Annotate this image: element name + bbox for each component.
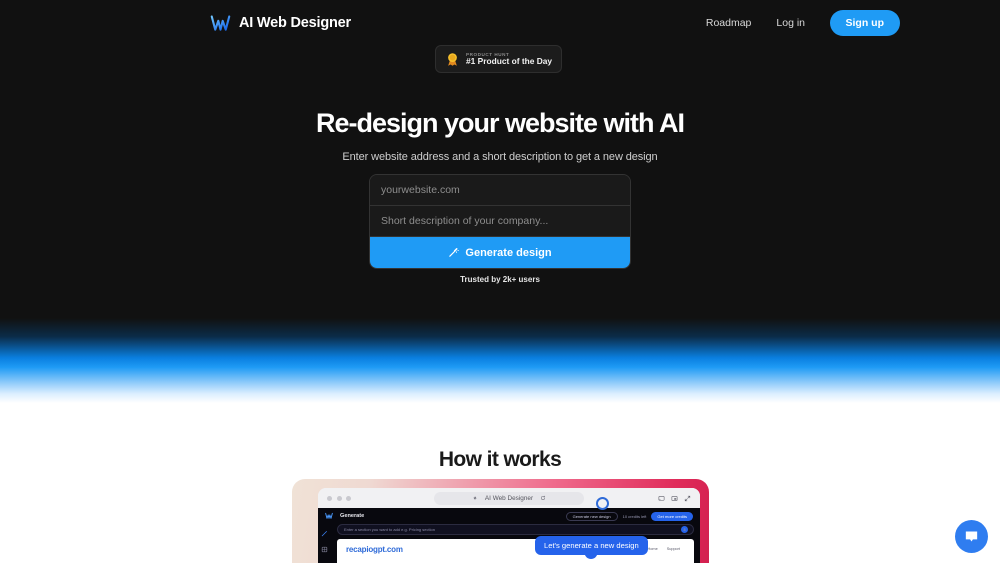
app-title: Generate xyxy=(340,513,365,519)
layers-icon[interactable] xyxy=(321,546,328,553)
chrome-icon-group xyxy=(658,495,691,502)
address-bar-label: AI Web Designer xyxy=(484,494,534,502)
close-icon xyxy=(327,495,332,501)
generate-form: Generate design xyxy=(369,174,631,269)
cursor-highlight-ring xyxy=(596,497,609,510)
brand-logo[interactable]: AI Web Designer xyxy=(210,13,351,34)
signup-button[interactable]: Sign up xyxy=(829,10,900,36)
generate-design-button[interactable]: Generate design xyxy=(370,237,630,268)
trusted-label: Trusted by 2k+ users xyxy=(460,275,540,284)
canvas-nav: Home Support xyxy=(648,547,680,551)
tooltip-bubble: Let's generate a new design xyxy=(535,536,648,555)
canvas-nav-home[interactable]: Home xyxy=(648,547,658,551)
get-more-credits-label: Get more credits xyxy=(657,513,687,519)
maximize-icon xyxy=(346,495,351,501)
website-input[interactable] xyxy=(370,175,630,206)
hero-section: Re-design your website with AI Enter web… xyxy=(0,108,1000,163)
generate-new-design-chip[interactable]: Generate new design xyxy=(565,511,618,521)
generate-new-design-label: Generate new design xyxy=(572,513,611,519)
minimize-icon xyxy=(336,495,342,501)
brand-name: AI Web Designer xyxy=(239,15,351,31)
badge-title: #1 Product of the Day xyxy=(466,55,553,66)
edit-pencil-icon[interactable] xyxy=(321,530,328,537)
gradient-divider xyxy=(0,318,1000,403)
nav-link-login[interactable]: Log in xyxy=(776,17,805,29)
prompt-badge: 3 xyxy=(681,526,688,533)
screencast-icon[interactable] xyxy=(658,495,665,502)
chat-widget-button[interactable] xyxy=(955,520,988,553)
medal-icon xyxy=(448,52,457,66)
page-title: Re-design your website with AI xyxy=(315,108,685,138)
fullscreen-icon[interactable] xyxy=(684,495,691,502)
how-it-works-title: How it works xyxy=(438,448,562,471)
product-screenshot: AI Web Designer Generate Generate new de… xyxy=(292,479,709,563)
link-icon xyxy=(473,496,477,500)
w-logo-icon xyxy=(210,14,231,31)
traffic-lights xyxy=(327,495,351,501)
w-logo-icon xyxy=(325,512,333,519)
picture-in-picture-icon[interactable] xyxy=(671,495,678,502)
landing-page: AI Web Designer Roadmap Log in Sign up P… xyxy=(0,0,1000,563)
site-header: AI Web Designer Roadmap Log in Sign up xyxy=(0,0,1000,46)
reload-icon xyxy=(541,495,546,500)
section-prompt-placeholder: Enter a section you want to add e.g. Pri… xyxy=(344,527,435,532)
chat-bubble-icon xyxy=(965,531,978,542)
generate-design-label: Generate design xyxy=(465,246,552,259)
app-sidebar xyxy=(318,524,331,563)
browser-chrome: AI Web Designer xyxy=(318,488,700,508)
product-hunt-badge[interactable]: PRODUCT HUNT #1 Product of the Day xyxy=(435,45,562,73)
app-toolbar: Generate Generate new design 10 credits … xyxy=(318,508,700,524)
description-input[interactable] xyxy=(370,206,630,237)
header-nav: Roadmap Log in xyxy=(706,17,805,29)
address-bar[interactable]: AI Web Designer xyxy=(434,491,584,505)
canvas-nav-support[interactable]: Support xyxy=(667,547,680,551)
wand-icon xyxy=(449,248,460,257)
get-more-credits-button[interactable]: Get more credits xyxy=(651,511,693,521)
section-prompt-input[interactable]: Enter a section you want to add e.g. Pri… xyxy=(337,524,694,535)
hero-subtitle: Enter website address and a short descri… xyxy=(342,151,658,163)
app-toolbar-actions: Generate new design 10 credits left Get … xyxy=(565,511,693,521)
credits-label: 10 credits left xyxy=(622,513,647,519)
nav-link-roadmap[interactable]: Roadmap xyxy=(706,17,752,29)
